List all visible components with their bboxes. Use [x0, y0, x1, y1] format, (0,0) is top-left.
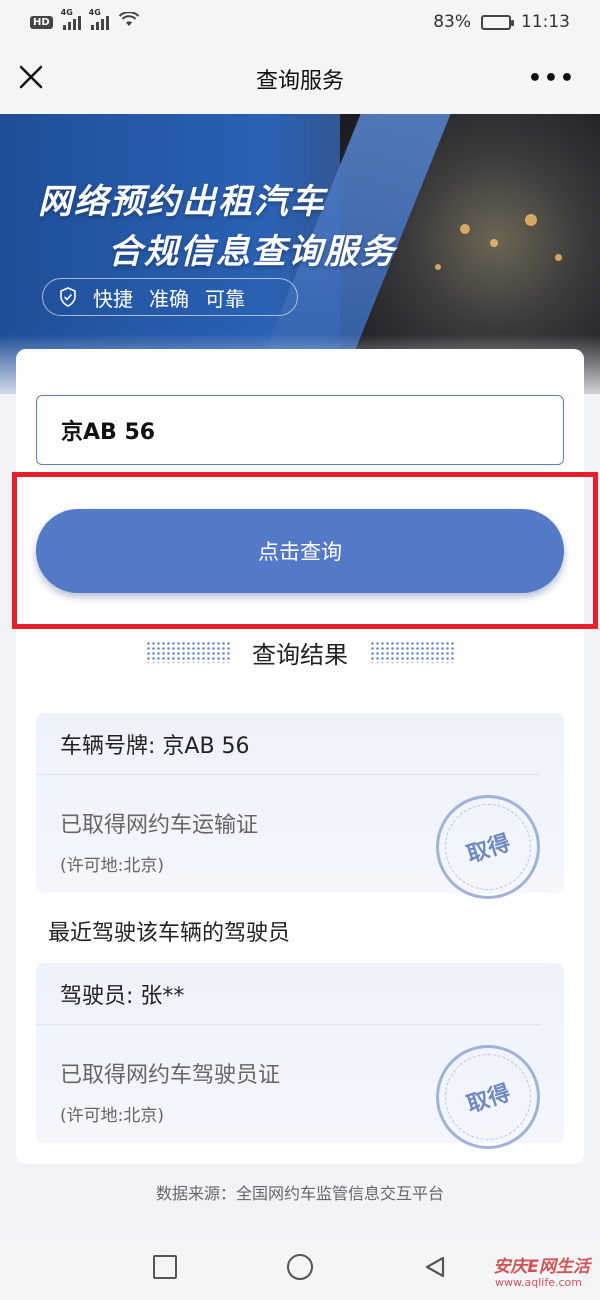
driver-name-label: 驾驶员: 张** — [36, 963, 540, 1025]
banner-title-line1: 网络预约出租汽车 — [38, 182, 326, 222]
vehicle-info-box: 车辆号牌: 京AB 56 已取得网约车运输证 (许可地:北京) 取得 — [36, 713, 564, 899]
watermark-logo: 安庆E网生活 — [493, 1257, 590, 1277]
nav-bar: 查询服务 ••• — [0, 44, 600, 114]
result-header: 查询结果 — [16, 632, 584, 672]
home-icon[interactable] — [287, 1254, 313, 1280]
signal-icon-2: 4G — [89, 8, 109, 30]
recent-apps-icon[interactable] — [153, 1255, 177, 1279]
status-right: 83% 11:13 — [433, 12, 570, 32]
tag-fast: 快捷 — [93, 286, 133, 311]
status-bar: HD 4G 4G 83% 11:13 — [0, 0, 600, 44]
data-source-footer: 数据来源：全国网约车监管信息交互平台 — [155, 1184, 444, 1203]
stamp-text: 取得 — [463, 1080, 514, 1119]
driver-info-box: 驾驶员: 张** 已取得网约车驾驶员证 (许可地:北京) 取得 — [36, 963, 564, 1149]
vehicle-plate-label: 车辆号牌: 京AB 56 — [36, 713, 540, 775]
hd-badge: HD — [30, 15, 53, 29]
vehicle-permit-place: (许可地:北京) — [60, 856, 164, 876]
network-type-label: 4G — [60, 8, 73, 17]
banner-tags: 快捷 准确 可靠 — [42, 278, 298, 316]
banner-title-line2: 合规信息查询服务 — [108, 232, 396, 272]
page-title: 查询服务 — [255, 69, 344, 94]
obtained-stamp: 取得 — [436, 795, 540, 899]
dots-decoration-left — [146, 641, 230, 663]
tag-reliable: 可靠 — [205, 286, 245, 311]
query-card: 京AB 56 点击查询 查询结果 车辆号牌: 京AB 56 已取得网约车运输证 … — [12, 349, 598, 1164]
query-button[interactable]: 点击查询 — [36, 509, 564, 593]
signal-icon: 4G — [61, 8, 81, 30]
battery-icon — [481, 14, 514, 30]
plate-number-input[interactable]: 京AB 56 — [36, 395, 564, 465]
driver-heading: 最近驾驶该车辆的驾驶员 — [48, 921, 291, 946]
wifi-icon — [118, 11, 139, 32]
vehicle-permit-status: 已取得网约车运输证 — [60, 813, 259, 838]
network-type-label-2: 4G — [88, 8, 101, 17]
watermark-url: www.aqlife.com — [495, 1276, 582, 1289]
dots-decoration-right — [370, 641, 454, 663]
stamp-text: 取得 — [463, 830, 514, 869]
obtained-stamp: 取得 — [436, 1045, 540, 1149]
driver-permit-place: (许可地:北京) — [60, 1106, 164, 1126]
driver-permit-status: 已取得网约车驾驶员证 — [60, 1063, 281, 1088]
result-title: 查询结果 — [252, 640, 348, 669]
close-icon[interactable] — [16, 62, 46, 92]
status-left: HD 4G 4G — [30, 8, 139, 32]
tag-accurate: 准确 — [149, 286, 189, 311]
more-options-icon[interactable]: ••• — [528, 66, 576, 91]
clock: 11:13 — [521, 12, 570, 32]
shield-check-icon — [60, 287, 76, 307]
battery-percent: 83% — [433, 12, 471, 32]
back-icon[interactable] — [423, 1255, 447, 1279]
